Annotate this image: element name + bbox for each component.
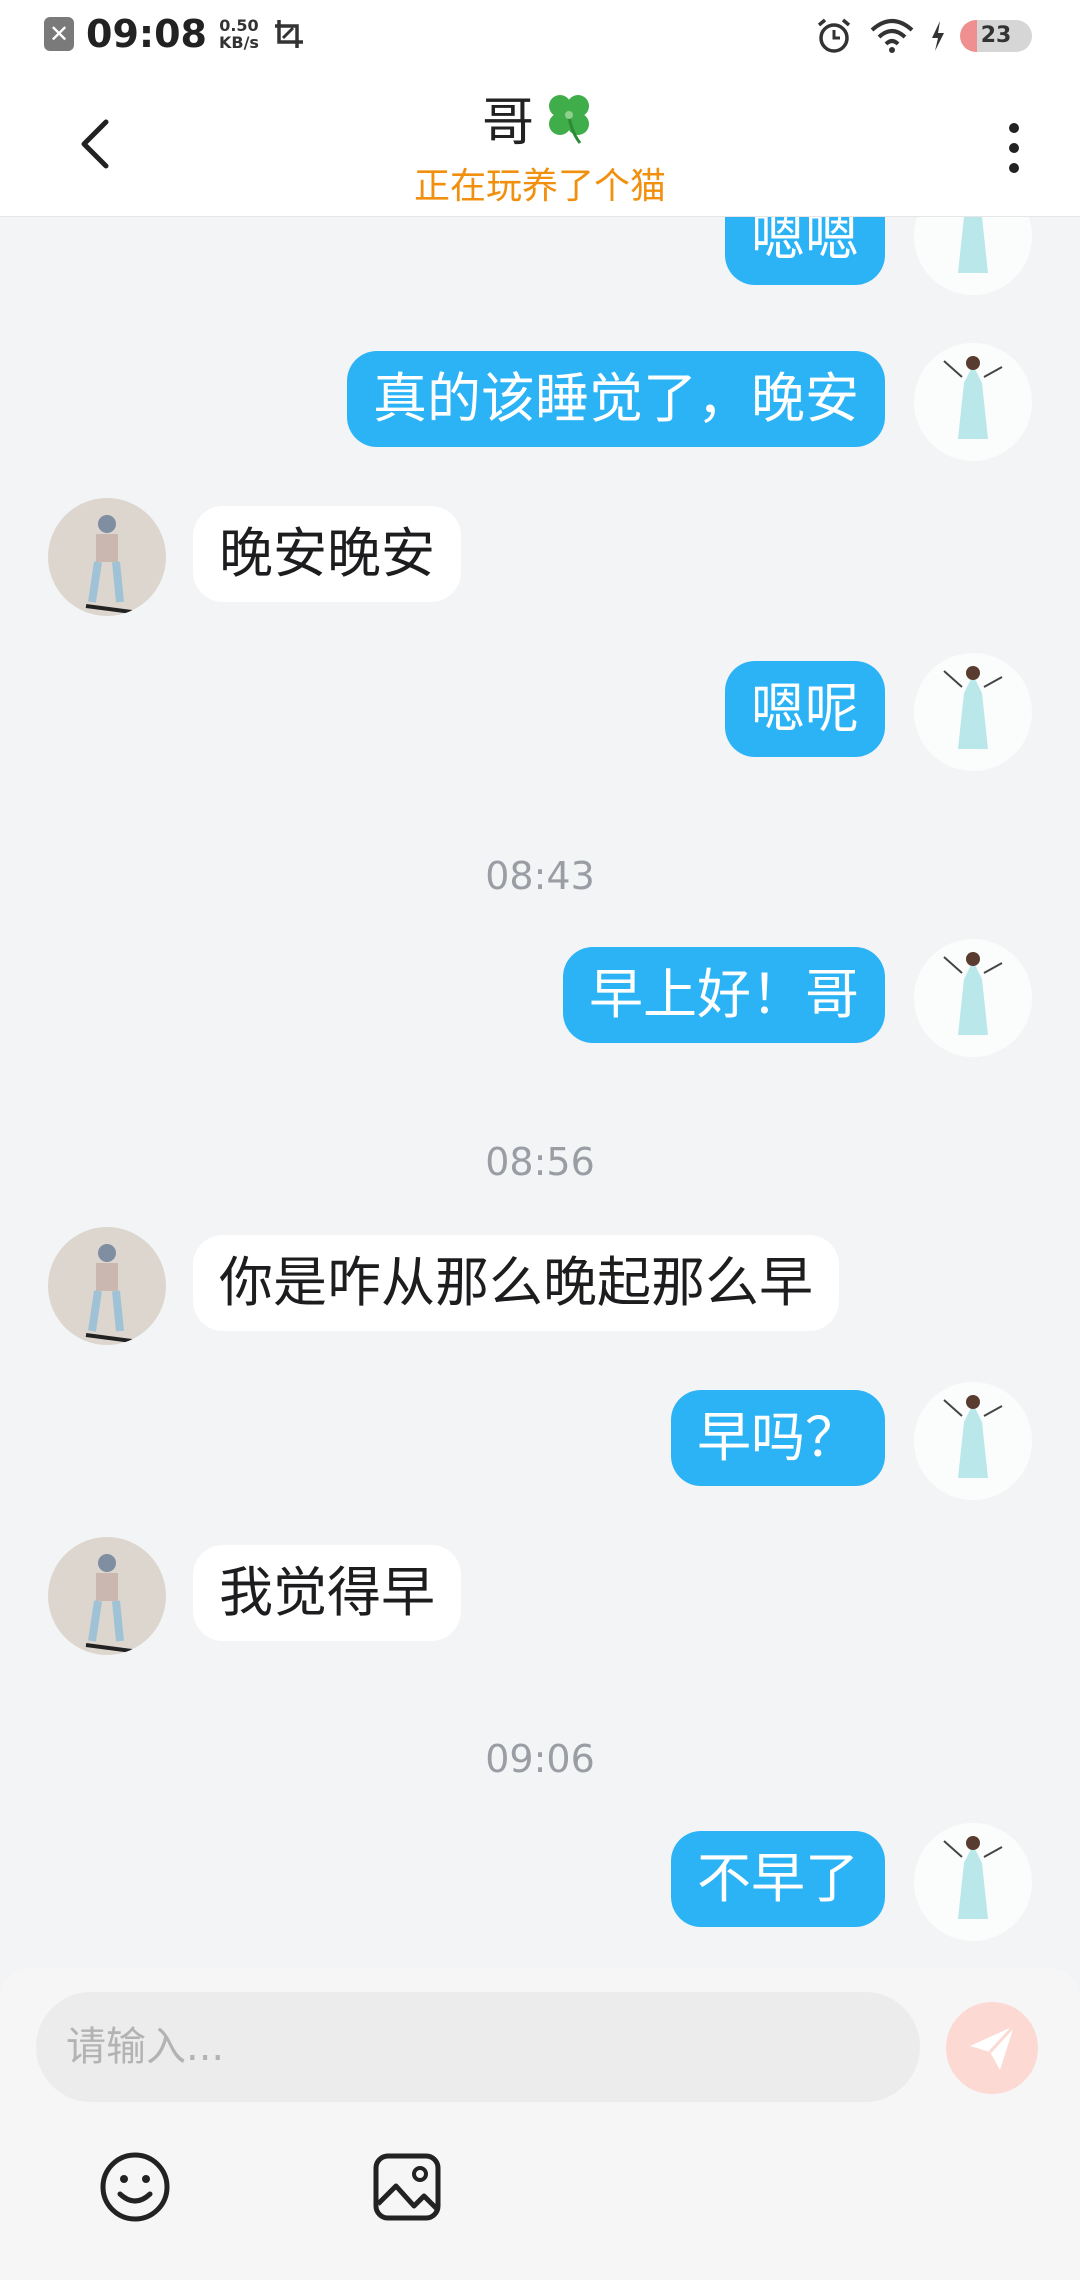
message-bubble-outgoing[interactable]: 真的该睡觉了，晚安 bbox=[347, 351, 885, 447]
charging-icon bbox=[932, 21, 944, 51]
message-bubble-incoming[interactable]: 我觉得早 bbox=[193, 1545, 461, 1641]
avatar-self[interactable] bbox=[914, 1823, 1032, 1941]
avatar-self[interactable] bbox=[914, 939, 1032, 1057]
status-time: 09:08 bbox=[86, 12, 207, 56]
input-panel bbox=[0, 1968, 1080, 2280]
clover-icon bbox=[549, 94, 589, 144]
battery-indicator: 23 bbox=[960, 20, 1032, 52]
alarm-icon bbox=[817, 18, 851, 53]
message-input[interactable] bbox=[36, 1992, 920, 2102]
message-bubble-outgoing[interactable]: 不早了 bbox=[671, 1831, 885, 1927]
timestamp: 09:06 bbox=[485, 1737, 595, 1781]
avatar-contact[interactable] bbox=[48, 1537, 166, 1655]
message-bubble-outgoing[interactable]: 嗯嗯 bbox=[725, 217, 885, 285]
timestamp: 08:43 bbox=[485, 854, 595, 898]
emoji-icon[interactable] bbox=[98, 2150, 172, 2224]
message-bubble-outgoing[interactable]: 早上好！哥 bbox=[563, 947, 885, 1043]
send-button[interactable] bbox=[946, 2002, 1038, 2094]
timestamp: 08:56 bbox=[485, 1140, 595, 1184]
avatar-self[interactable] bbox=[914, 343, 1032, 461]
avatar-self[interactable] bbox=[914, 217, 1032, 295]
message-bubble-incoming[interactable]: 晚安晚安 bbox=[193, 506, 461, 602]
notification-close-icon: ✕ bbox=[44, 17, 74, 51]
avatar-self[interactable] bbox=[914, 653, 1032, 771]
avatar-self[interactable] bbox=[914, 1382, 1032, 1500]
chat-header: 哥 正在玩养了个猫 bbox=[0, 72, 1080, 217]
status-bar: ✕ 09:08 0.50 KB/s 23 bbox=[0, 0, 1080, 72]
image-icon[interactable] bbox=[370, 2150, 444, 2224]
avatar-contact[interactable] bbox=[48, 498, 166, 616]
message-bubble-outgoing[interactable]: 嗯呢 bbox=[725, 661, 885, 757]
screenshot-icon bbox=[274, 20, 303, 48]
more-vertical-icon[interactable] bbox=[994, 116, 1034, 180]
wifi-icon bbox=[870, 19, 914, 53]
message-bubble-outgoing[interactable]: 早吗？ bbox=[671, 1390, 885, 1486]
network-speed: 0.50 KB/s bbox=[218, 16, 259, 52]
contact-status: 正在玩养了个猫 bbox=[413, 166, 666, 207]
message-list[interactable]: 嗯嗯 真的该睡觉了，晚安 晚安晚安 嗯呢 08:43 早上好！哥 08:56 你… bbox=[0, 217, 1080, 1967]
message-bubble-incoming[interactable]: 你是咋从那么晚起那么早 bbox=[193, 1235, 839, 1331]
send-icon bbox=[970, 2024, 1016, 2070]
contact-name: 哥 bbox=[481, 93, 534, 153]
avatar-contact[interactable] bbox=[48, 1227, 166, 1345]
